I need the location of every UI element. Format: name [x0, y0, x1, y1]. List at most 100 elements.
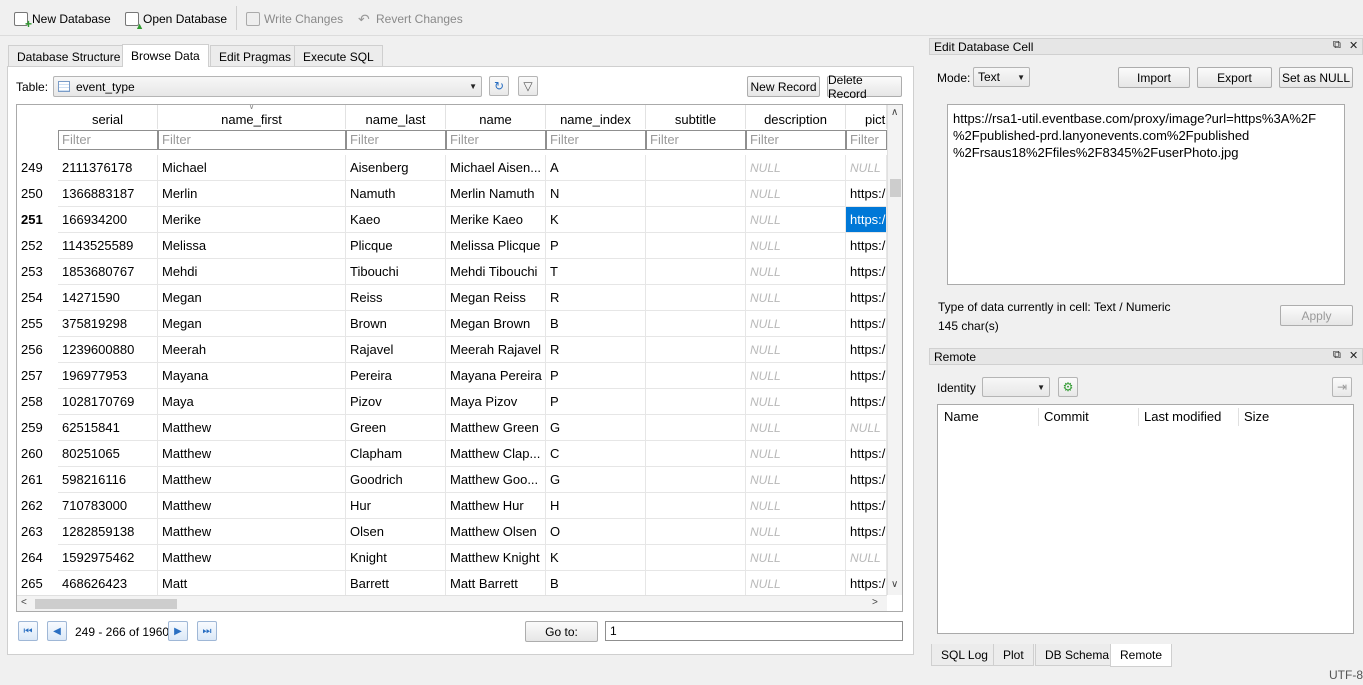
set-null-button[interactable]: Set as NULL: [1279, 67, 1353, 88]
cell-description[interactable]: NULL: [746, 493, 846, 519]
cell-serial[interactable]: 375819298: [58, 311, 158, 337]
previous-record-button[interactable]: ◀: [47, 621, 67, 641]
cell-editor[interactable]: https://rsa1-util.eventbase.com/proxy/im…: [947, 104, 1345, 285]
cell-description[interactable]: NULL: [746, 363, 846, 389]
tab-db-schema[interactable]: DB Schema: [1035, 644, 1120, 666]
column-header-pict[interactable]: pict: [846, 105, 887, 129]
tab-browse-data[interactable]: Browse Data: [122, 44, 209, 67]
cell-name[interactable]: Matthew Hur: [446, 493, 546, 519]
cell-name-index[interactable]: C: [546, 441, 646, 467]
cell-name-index[interactable]: R: [546, 285, 646, 311]
table-row[interactable]: 259 62515841 Matthew Green Matthew Green G NUL…: [17, 415, 887, 441]
cell-subtitle[interactable]: [646, 233, 746, 259]
scroll-left-icon[interactable]: <: [21, 597, 27, 608]
remote-file-list[interactable]: Name Commit Last modified Size: [937, 404, 1354, 634]
cell-name-index[interactable]: P: [546, 389, 646, 415]
export-button[interactable]: Export: [1197, 67, 1272, 88]
cell-name-first[interactable]: Matthew: [158, 415, 346, 441]
write-changes-button[interactable]: Write Changes: [246, 9, 343, 29]
row-number[interactable]: 255: [17, 311, 57, 337]
cell-pict[interactable]: https:/: [846, 389, 887, 415]
cell-name-last[interactable]: Rajavel: [346, 337, 446, 363]
cell-subtitle[interactable]: [646, 415, 746, 441]
cell-name-last[interactable]: Aisenberg: [346, 155, 446, 181]
row-number[interactable]: 256: [17, 337, 57, 363]
cell-pict[interactable]: https:/: [846, 259, 887, 285]
cell-name[interactable]: Merlin Namuth: [446, 181, 546, 207]
cell-name[interactable]: Matthew Knight: [446, 545, 546, 571]
cell-name-last[interactable]: Plicque: [346, 233, 446, 259]
cell-pict[interactable]: NULL: [846, 415, 887, 441]
cell-serial[interactable]: 468626423: [58, 571, 158, 597]
close-icon[interactable]: ✕: [1349, 349, 1358, 362]
row-number[interactable]: 254: [17, 285, 57, 311]
cell-name-index[interactable]: B: [546, 311, 646, 337]
new-record-button[interactable]: New Record: [747, 76, 820, 97]
table-row[interactable]: 251 166934200 Merike Kaeo Merike Kaeo K NULL ht…: [17, 207, 887, 233]
cell-subtitle[interactable]: [646, 337, 746, 363]
cell-serial[interactable]: 598216116: [58, 467, 158, 493]
tab-database-structure[interactable]: Database Structure: [8, 45, 130, 67]
cell-subtitle[interactable]: [646, 441, 746, 467]
cell-description[interactable]: NULL: [746, 311, 846, 337]
cell-name-last[interactable]: Kaeo: [346, 207, 446, 233]
column-header-name-last[interactable]: name_last: [346, 105, 446, 129]
column-header-name[interactable]: name: [446, 105, 546, 129]
cell-name-index[interactable]: P: [546, 233, 646, 259]
tab-execute-sql[interactable]: Execute SQL: [294, 45, 383, 67]
table-row[interactable]: 249 2111376178 Michael Aisenberg Michael Ais…: [17, 155, 887, 181]
cell-name[interactable]: Matthew Green: [446, 415, 546, 441]
cell-name-first[interactable]: Matthew: [158, 519, 346, 545]
cell-pict[interactable]: https:/: [846, 311, 887, 337]
cell-serial[interactable]: 1239600880: [58, 337, 158, 363]
cell-name-index[interactable]: H: [546, 493, 646, 519]
row-number[interactable]: 262: [17, 493, 57, 519]
cell-name-last[interactable]: Brown: [346, 311, 446, 337]
table-row[interactable]: 257 196977953 Mayana Pereira Mayana Pereira P…: [17, 363, 887, 389]
cell-subtitle[interactable]: [646, 155, 746, 181]
cell-description[interactable]: NULL: [746, 571, 846, 597]
cell-name-last[interactable]: Pizov: [346, 389, 446, 415]
cell-pict[interactable]: https:/: [846, 571, 887, 597]
new-database-button[interactable]: New Database: [14, 9, 111, 31]
tab-edit-pragmas[interactable]: Edit Pragmas: [210, 45, 301, 67]
cell-pict[interactable]: https:/: [846, 519, 887, 545]
table-row[interactable]: 263 1282859138 Matthew Olsen Matthew Olsen O N…: [17, 519, 887, 545]
scroll-down-icon[interactable]: ∨: [891, 579, 898, 590]
cell-name-first[interactable]: Megan: [158, 285, 346, 311]
cell-pict[interactable]: https:/: [846, 233, 887, 259]
cell-serial[interactable]: 14271590: [58, 285, 158, 311]
cell-name[interactable]: Melissa Plicque: [446, 233, 546, 259]
cell-name[interactable]: Mayana Pereira: [446, 363, 546, 389]
column-header-commit[interactable]: Commit: [1044, 409, 1089, 424]
cell-name-index[interactable]: N: [546, 181, 646, 207]
cell-name-first[interactable]: Melissa: [158, 233, 346, 259]
cell-description[interactable]: NULL: [746, 519, 846, 545]
row-number[interactable]: 263: [17, 519, 57, 545]
selected-cell[interactable]: https:/: [846, 207, 887, 233]
row-number[interactable]: 253: [17, 259, 57, 285]
column-header-last-modified[interactable]: Last modified: [1144, 409, 1221, 424]
cell-name-index[interactable]: O: [546, 519, 646, 545]
float-dock-icon[interactable]: ⧉: [1333, 39, 1341, 52]
cell-description[interactable]: NULL: [746, 259, 846, 285]
cell-name-first[interactable]: Merike: [158, 207, 346, 233]
cell-name-first[interactable]: Matthew: [158, 467, 346, 493]
table-select[interactable]: event_type ▼: [53, 76, 482, 97]
table-row[interactable]: 256 1239600880 Meerah Rajavel Meerah Rajavel…: [17, 337, 887, 363]
row-number[interactable]: 252: [17, 233, 57, 259]
cell-name-last[interactable]: Goodrich: [346, 467, 446, 493]
cell-name-index[interactable]: K: [546, 207, 646, 233]
table-row[interactable]: 262 710783000 Matthew Hur Matthew Hur H NULL ht…: [17, 493, 887, 519]
cell-pict[interactable]: https:/: [846, 337, 887, 363]
cell-subtitle[interactable]: [646, 363, 746, 389]
cell-name-last[interactable]: Knight: [346, 545, 446, 571]
cell-name-last[interactable]: Olsen: [346, 519, 446, 545]
filter-input-name-last[interactable]: Filter: [346, 130, 446, 150]
cell-serial[interactable]: 710783000: [58, 493, 158, 519]
cell-name[interactable]: Mehdi Tibouchi: [446, 259, 546, 285]
cell-description[interactable]: NULL: [746, 545, 846, 571]
cell-name-last[interactable]: Namuth: [346, 181, 446, 207]
cell-subtitle[interactable]: [646, 493, 746, 519]
row-number[interactable]: 250: [17, 181, 57, 207]
